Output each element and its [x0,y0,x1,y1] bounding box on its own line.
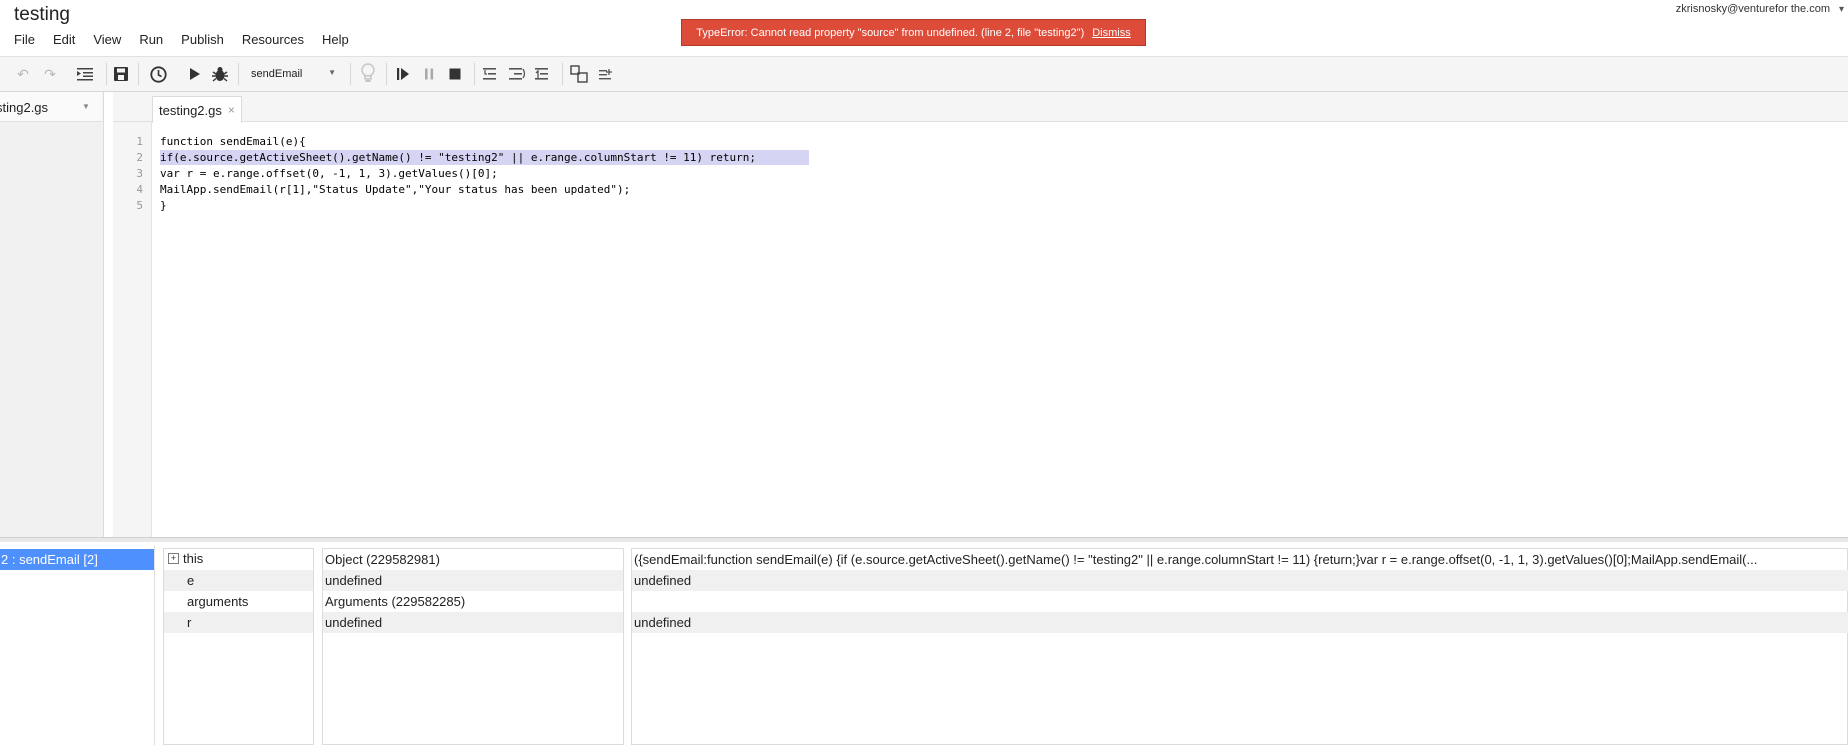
account-caret-icon[interactable]: ▾ [1839,4,1844,15]
menu-publish[interactable]: Publish [181,32,224,47]
variable-name[interactable]: e [187,573,194,588]
indent-icon[interactable] [76,65,94,83]
menu-run[interactable]: Run [139,32,163,47]
line-number: 5 [136,199,143,212]
panel-splitter[interactable] [0,537,1848,542]
code-line[interactable]: MailApp.sendEmail(r[1],"Status Update","… [160,183,630,196]
file-select[interactable]: sting2.gs ▼ [0,92,102,122]
expand-icon[interactable]: + [168,553,179,564]
lightbulb-icon[interactable] [358,63,378,85]
tab-label: testing2.gs [159,102,222,118]
undo-icon[interactable]: ↶ [14,65,32,83]
variable-value: undefined [634,573,692,588]
menu-resources[interactable]: Resources [242,32,304,47]
menu-help[interactable]: Help [322,32,349,47]
callstack-panel [0,545,155,745]
code-line[interactable]: var r = e.range.offset(0, -1, 1, 3).getV… [160,167,498,180]
editor-tab-strip [113,92,1848,122]
line-number: 1 [136,135,143,148]
user-email[interactable]: zkrisnosky@venturefor the.com [1676,3,1830,15]
close-icon[interactable]: × [228,103,235,117]
expression-icon[interactable] [597,65,615,83]
chevron-down-icon: ▼ [82,102,90,111]
variable-type: undefined [325,615,383,630]
menu-edit[interactable]: Edit [53,32,75,47]
error-banner: TypeError: Cannot read property "source"… [681,19,1146,46]
continue-icon[interactable] [394,65,412,83]
variable-name[interactable]: r [187,615,191,630]
error-message: TypeError: Cannot read property "source"… [696,26,1085,39]
triggers-icon[interactable] [149,65,167,83]
file-select-value: sting2.gs [0,100,49,115]
debug-icon[interactable] [211,65,229,83]
menu-bar: File Edit View Run Publish Resources Hel… [14,32,367,47]
toolbar: ↶ ↷ sendEmail ▼ [0,56,1848,92]
variable-type: Arguments (229582285) [325,594,466,609]
code-line[interactable]: } [160,199,167,212]
variable-value: undefined [634,615,692,630]
code-line[interactable]: if(e.source.getActiveSheet().getName() !… [160,151,756,164]
variable-value: ({sendEmail:function sendEmail(e) {if (e… [634,552,1758,567]
line-number: 3 [136,167,143,180]
line-number: 4 [136,183,143,196]
code-line[interactable]: function sendEmail(e){ [160,135,306,148]
document-title[interactable]: testing [14,4,70,26]
variable-name[interactable]: arguments [187,594,248,609]
toggle-debug-panel-icon[interactable] [570,65,588,83]
menu-file[interactable]: File [14,32,35,47]
function-select[interactable]: sendEmail ▼ [240,62,346,86]
function-select-value: sendEmail [251,68,303,80]
run-icon[interactable] [186,65,204,83]
pause-icon[interactable] [420,65,438,83]
callstack-item[interactable]: 2 : sendEmail [2] [0,549,154,570]
chevron-down-icon: ▼ [328,68,336,77]
variable-type: undefined [325,573,383,588]
step-out-icon[interactable] [534,65,552,83]
step-over-icon[interactable] [508,65,526,83]
dismiss-link[interactable]: Dismiss [1092,27,1131,39]
variable-name[interactable]: this [183,551,203,566]
stop-icon[interactable] [446,65,464,83]
variable-type: Object (229582981) [325,552,440,567]
tab-testing2-gs[interactable]: testing2.gs × [152,96,242,123]
menu-view[interactable]: View [93,32,121,47]
save-icon[interactable] [112,65,130,83]
line-number: 2 [136,151,143,164]
file-panel [0,92,104,537]
step-into-icon[interactable] [482,65,500,83]
redo-icon[interactable]: ↷ [41,65,59,83]
